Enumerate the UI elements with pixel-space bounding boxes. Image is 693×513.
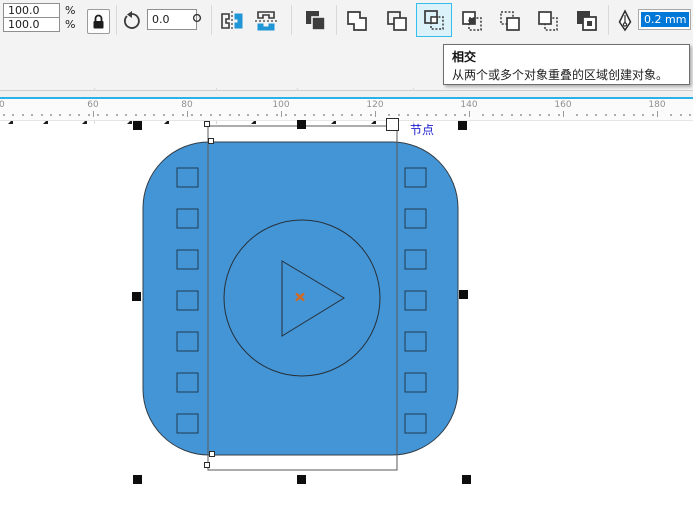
curve-node[interactable] <box>208 138 214 144</box>
selection-handle[interactable] <box>459 290 468 299</box>
selection-handle[interactable] <box>297 120 306 129</box>
selection-handle[interactable] <box>297 475 306 484</box>
tooltip-title: 相交 <box>452 48 689 65</box>
node-hint-label: 节点 <box>410 121 434 138</box>
tooltip-description: 从两个或多个对象重叠的区域创建对象。 <box>452 66 689 83</box>
selection-handle[interactable] <box>462 475 471 484</box>
selection-handle[interactable] <box>133 121 142 130</box>
selection-handle[interactable] <box>458 121 467 130</box>
curve-node[interactable] <box>386 118 399 131</box>
selection-handle[interactable] <box>132 292 141 301</box>
tooltip: 相交 从两个或多个对象重叠的区域创建对象。 <box>443 44 690 85</box>
curve-node[interactable] <box>204 121 210 127</box>
curve-node[interactable] <box>204 462 210 468</box>
selection-handle[interactable] <box>133 475 142 484</box>
curve-node[interactable] <box>209 451 215 457</box>
